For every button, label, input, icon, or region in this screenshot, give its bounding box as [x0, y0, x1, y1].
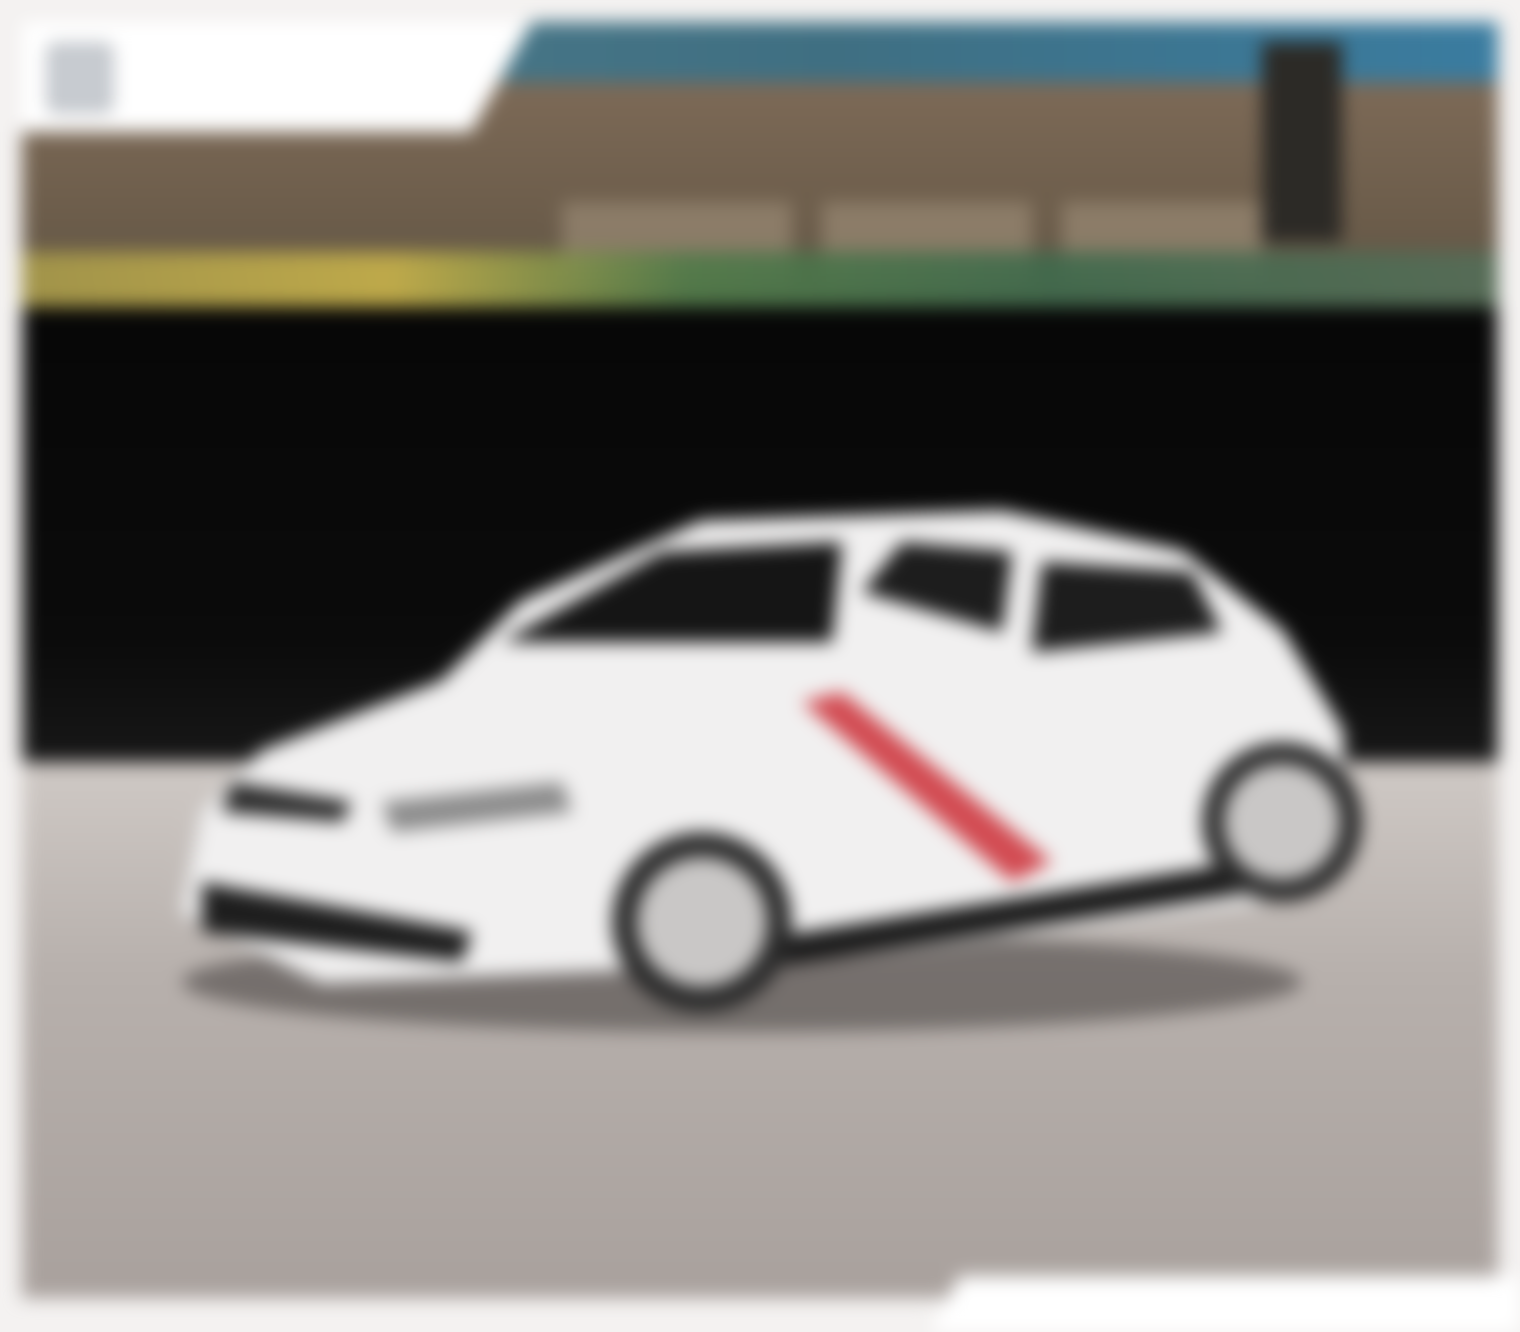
dark-pillar: [1262, 42, 1342, 242]
white-hatchback-car: [179, 509, 1362, 1032]
street-lights: [22, 252, 1498, 312]
car-photo: [22, 22, 1498, 1298]
lion-badge-icon: [48, 44, 112, 112]
ad-image: [0, 0, 1520, 1332]
bottom-right-white-card: [930, 1276, 1520, 1332]
